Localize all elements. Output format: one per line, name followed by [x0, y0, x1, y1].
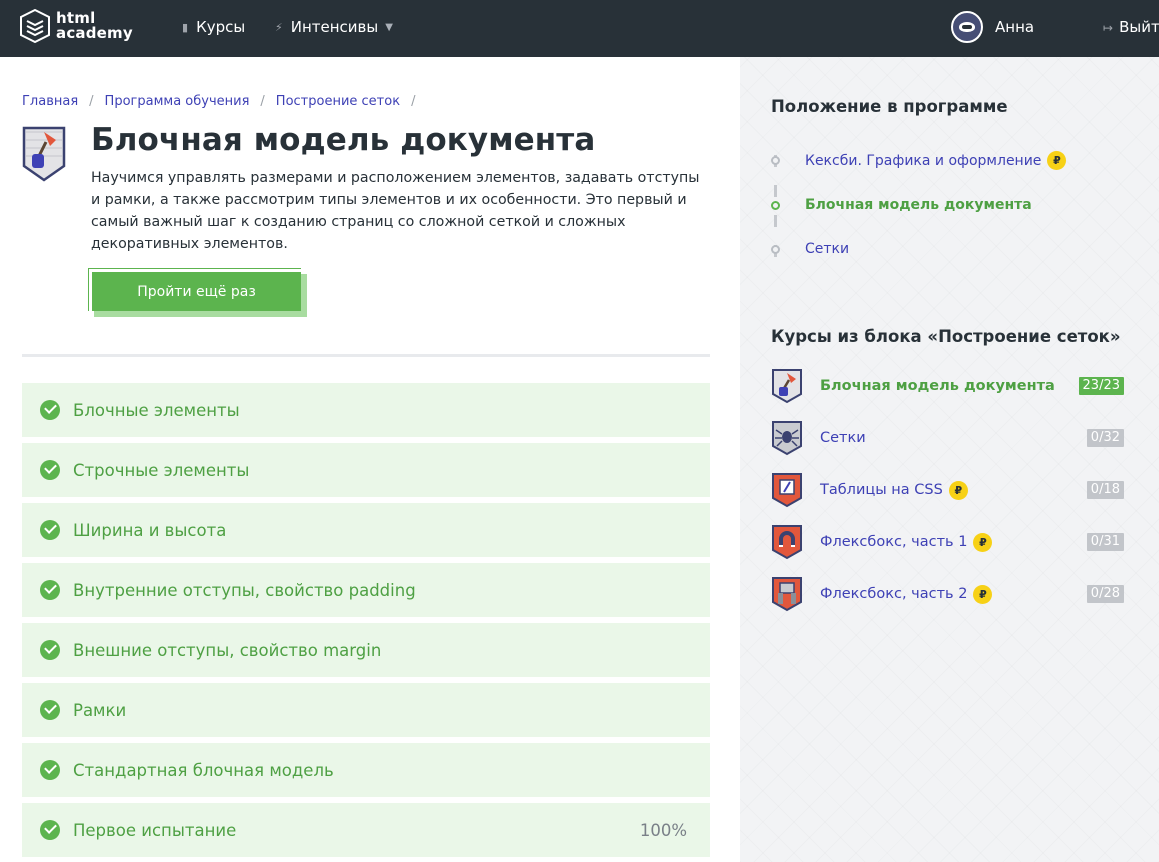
lesson-item[interactable]: Внешние отступы, свойство margin	[22, 623, 710, 677]
course-name: Флексбокс, часть 1 ₽	[820, 532, 993, 552]
logo-link[interactable]: html academy	[20, 9, 133, 43]
robot-badge-icon	[772, 577, 802, 612]
logout-link[interactable]: ↦ Выйти	[1103, 18, 1159, 36]
retry-button-wrap: Пройти ещё раз	[88, 268, 307, 317]
course-name: Блочная модель документа	[820, 378, 1055, 394]
nav-courses-label: Курсы	[196, 18, 246, 36]
program-item-label: Блочная модель документа	[805, 197, 1032, 213]
lesson-label: Блочные элементы	[73, 400, 240, 420]
check-circle-icon	[40, 520, 60, 540]
check-circle-icon	[40, 760, 60, 780]
program-heading: Положение в программе	[771, 97, 1008, 116]
course-item[interactable]: Блочная модель документа 23/23	[771, 368, 1124, 404]
top-navbar: html academy ▮ Курсы ⚡ Интенсивы ▼ Анна …	[0, 0, 1159, 57]
nav-intensives-link[interactable]: ⚡ Интенсивы ▼	[275, 18, 393, 36]
lesson-item[interactable]: Рамки	[22, 683, 710, 737]
logout-icon: ↦	[1103, 21, 1114, 35]
nav-courses-link[interactable]: ▮ Курсы	[182, 18, 245, 36]
course-name: Флексбокс, часть 2 ₽	[820, 584, 993, 604]
course-progress-badge: 0/28	[1086, 585, 1124, 603]
lesson-item[interactable]: Блочные элементы	[22, 383, 710, 437]
academy-logo-icon	[20, 9, 50, 43]
sidebar: Положение в программе Кексби. Графика и …	[740, 57, 1159, 862]
course-item[interactable]: Флексбокс, часть 1 ₽ 0/31	[771, 524, 1124, 560]
lesson-label: Строчные элементы	[73, 460, 250, 480]
course-item[interactable]: Флексбокс, часть 2 ₽ 0/28	[771, 576, 1124, 612]
timeline-dot	[771, 156, 780, 165]
course-item[interactable]: Сетки 0/32	[771, 420, 1124, 456]
breadcrumb-separator: /	[89, 94, 94, 109]
retry-course-button[interactable]: Пройти ещё раз	[92, 272, 301, 311]
spider-badge-icon	[772, 421, 802, 456]
lesson-item[interactable]: Внутренние отступы, свойство padding	[22, 563, 710, 617]
table-badge-icon	[772, 473, 802, 508]
course-progress-badge: 23/23	[1078, 377, 1124, 395]
program-item-label: Сетки	[805, 241, 850, 257]
avatar	[951, 11, 983, 43]
program-timeline-line	[774, 155, 777, 275]
course-progress-badge: 0/32	[1086, 429, 1124, 447]
course-name: Сетки	[820, 430, 866, 446]
magnet-badge-icon	[772, 525, 802, 560]
breadcrumb-separator: /	[260, 94, 265, 109]
course-item[interactable]: Таблицы на CSS ₽ 0/18	[771, 472, 1124, 508]
program-item-label: Кексби. Графика и оформление	[805, 152, 1042, 169]
program-item[interactable]: Сетки	[771, 241, 849, 257]
course-name: Таблицы на CSS ₽	[820, 480, 968, 500]
breadcrumb: Главная / Программа обучения / Построени…	[22, 94, 426, 109]
breadcrumb-grids[interactable]: Построение сеток	[276, 94, 400, 109]
check-circle-icon	[40, 400, 60, 420]
page-title: Блочная модель документа	[91, 122, 596, 158]
lesson-percent: 100%	[639, 820, 687, 840]
course-progress-badge: 0/31	[1086, 533, 1124, 551]
chevron-down-icon: ▼	[385, 21, 393, 33]
breadcrumb-home[interactable]: Главная	[22, 94, 78, 109]
lesson-label: Рамки	[73, 700, 127, 720]
lesson-label: Внешние отступы, свойство margin	[73, 640, 382, 660]
user-name: Анна	[995, 18, 1035, 36]
check-circle-icon	[40, 700, 60, 720]
program-item-current[interactable]: Блочная модель документа	[771, 197, 1032, 213]
lightning-icon: ⚡	[275, 20, 283, 34]
check-circle-icon	[40, 580, 60, 600]
ruble-coin-icon: ₽	[1047, 151, 1067, 170]
breadcrumb-separator: /	[411, 94, 416, 109]
timeline-dot	[771, 244, 780, 254]
user-profile-link[interactable]: Анна	[951, 11, 1034, 43]
ruble-coin-icon: ₽	[973, 532, 993, 552]
divider	[22, 354, 710, 357]
lesson-label: Первое испытание	[73, 820, 237, 840]
course-description: Научимся управлять размерами и расположе…	[91, 170, 700, 252]
check-circle-icon	[40, 640, 60, 660]
bars-icon: ▮	[182, 20, 189, 34]
logo-text: html academy	[56, 9, 133, 42]
lesson-item[interactable]: Стандартная блочная модель	[22, 743, 710, 797]
program-item[interactable]: Кексби. Графика и оформление ₽	[771, 151, 1067, 170]
lesson-label: Стандартная блочная модель	[73, 760, 334, 780]
lesson-label: Внутренние отступы, свойство padding	[73, 580, 416, 600]
ruble-coin-icon: ₽	[948, 480, 968, 500]
lesson-item[interactable]: Строчные элементы	[22, 443, 710, 497]
nav-intensives-label: Интенсивы	[290, 18, 379, 36]
check-circle-icon	[40, 460, 60, 480]
block-courses-heading: Курсы из блока «Построение сеток»	[771, 327, 1121, 346]
trowel-badge-icon	[772, 369, 802, 404]
logout-label: Выйти	[1119, 18, 1159, 36]
course-progress-badge: 0/18	[1086, 481, 1124, 499]
lesson-item[interactable]: Первое испытание 100%	[22, 803, 710, 857]
check-circle-icon	[40, 820, 60, 840]
trowel-badge-icon	[22, 126, 66, 182]
timeline-dot-active	[771, 200, 780, 210]
ruble-coin-icon: ₽	[973, 584, 993, 604]
breadcrumb-program[interactable]: Программа обучения	[105, 94, 250, 109]
lesson-item[interactable]: Ширина и высота	[22, 503, 710, 557]
lesson-label: Ширина и высота	[73, 520, 227, 540]
lesson-list: Блочные элементы Строчные элементы Ширин…	[22, 383, 710, 862]
